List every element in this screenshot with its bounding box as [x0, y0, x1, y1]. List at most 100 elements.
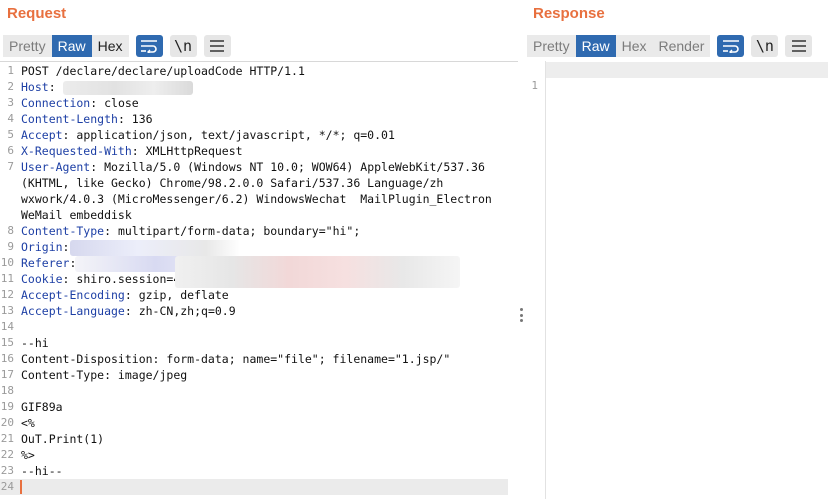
header-value: : Mozilla/5.0 (Windows NT 10.0; WOW64) A…	[90, 160, 485, 174]
response-tab-hex[interactable]: Hex	[615, 34, 653, 57]
header-name: Host	[21, 80, 49, 94]
pane-resize-handle[interactable]	[519, 308, 523, 322]
line-number: 15	[0, 336, 14, 349]
line-number: 9	[7, 240, 14, 253]
line-number: 6	[7, 144, 14, 157]
header-value: :	[62, 240, 70, 254]
line-text: Accept-Language: zh-CN,zh;q=0.9	[21, 303, 236, 319]
response-tab-pretty[interactable]: Pretty	[527, 34, 576, 57]
line-text: Content-Length: 136	[21, 111, 153, 127]
line-text: OuT.Print(1)	[21, 431, 104, 447]
header-value: OuT.Print(1)	[21, 432, 105, 446]
hamburger-menu-icon	[210, 39, 224, 52]
request-tab-raw[interactable]: Raw	[51, 34, 92, 57]
header-name: Accept-Language	[21, 304, 125, 318]
line-number: 16	[0, 352, 14, 365]
header-name: Accept-Encoding	[21, 288, 125, 302]
header-name: Accept	[21, 128, 63, 142]
response-line: 1	[524, 62, 566, 92]
response-pane: Response Pretty Raw Hex Render \n 1	[524, 0, 828, 499]
line-number: 10	[0, 256, 14, 269]
header-name: X-Requested-With	[21, 144, 132, 158]
response-editor[interactable]: 1	[524, 61, 828, 499]
header-value: --hi	[21, 336, 49, 350]
header-value: : shiro.session=4	[62, 272, 181, 286]
header-name: User-Agent	[21, 160, 91, 174]
header-name: Referer	[21, 256, 70, 270]
line-number: 3	[7, 96, 14, 109]
line-number: 11	[0, 272, 14, 285]
line-number: 7	[7, 160, 14, 173]
request-tab-pretty[interactable]: Pretty	[3, 34, 52, 57]
newline-icon: \n	[755, 36, 774, 55]
line-text: Referer:	[21, 255, 76, 271]
header-value: (KHTML, like Gecko) Chrome/98.2.0.0 Safa…	[21, 176, 444, 190]
line-number: 23	[0, 464, 14, 477]
header-value: :	[48, 80, 56, 94]
header-value: GIF89a	[21, 400, 63, 414]
header-name: Content-Type	[21, 224, 105, 238]
line-number: 2	[7, 80, 14, 93]
current-line-highlight	[546, 62, 828, 78]
request-wrap-lines-button[interactable]	[135, 34, 163, 57]
line-number: 8	[7, 224, 14, 237]
header-value: : 136	[117, 112, 153, 126]
response-newline-button[interactable]: \n	[751, 34, 779, 57]
line-number: 19	[0, 400, 14, 413]
response-toolbar: Pretty Raw Hex Render \n	[527, 34, 813, 57]
request-title: Request	[7, 5, 67, 22]
hamburger-menu-icon	[791, 39, 806, 52]
header-value: wxwork/4.0.3 (MicroMessenger/6.2) Window…	[21, 192, 492, 206]
response-wrap-lines-button[interactable]	[717, 34, 745, 57]
line-number: 1	[531, 79, 538, 92]
header-name: Cookie	[21, 272, 63, 286]
line-text: --hi	[21, 335, 49, 351]
line-number: 14	[0, 320, 14, 333]
line-text: Content-Type: multipart/form-data; bound…	[21, 223, 360, 239]
line-number: 13	[0, 304, 14, 317]
wrap-lines-icon	[722, 39, 739, 53]
response-menu-button[interactable]	[785, 34, 813, 57]
line-text: --hi--	[21, 463, 63, 479]
line-text: (KHTML, like Gecko) Chrome/98.2.0.0 Safa…	[21, 175, 443, 191]
line-text: Connection: close	[21, 95, 139, 111]
header-value: : multipart/form-data; boundary="hi";	[104, 224, 361, 238]
header-value: : XMLHttpRequest	[131, 144, 243, 158]
response-tab-render[interactable]: Render	[652, 34, 711, 57]
line-text: POST /declare/declare/uploadCode HTTP/1.…	[21, 63, 305, 79]
line-number: 12	[0, 288, 14, 301]
request-newline-button[interactable]: \n	[169, 34, 197, 57]
line-text: User-Agent: Mozilla/5.0 (Windows NT 10.0…	[21, 159, 485, 175]
line-number: 5	[7, 128, 14, 141]
line-text: Cookie: shiro.session=4	[21, 271, 180, 287]
line-number: 18	[0, 384, 14, 397]
header-value: : zh-CN,zh;q=0.9	[124, 304, 236, 318]
redacted-host	[63, 81, 193, 95]
header-value: Content-Disposition: form-data; name="fi…	[21, 352, 451, 366]
line-text: X-Requested-With: XMLHttpRequest	[21, 143, 243, 159]
redacted-cookie	[175, 256, 460, 288]
line-number: 22	[0, 448, 14, 461]
line-number: 17	[0, 368, 14, 381]
line-text: Accept-Encoding: gzip, deflate	[21, 287, 229, 303]
wrap-lines-icon	[141, 39, 157, 53]
header-value: : close	[90, 96, 139, 110]
request-tab-hex[interactable]: Hex	[91, 34, 129, 57]
header-value: : gzip, deflate	[124, 288, 229, 302]
text-caret	[20, 480, 22, 494]
header-name: Connection	[21, 96, 91, 110]
line-text: Content-Disposition: form-data; name="fi…	[21, 351, 450, 367]
header-value: POST /declare/declare/uploadCode HTTP/1.…	[21, 64, 305, 78]
line-text: %>	[21, 447, 35, 463]
header-value: WeMail embeddisk	[21, 208, 132, 222]
line-text: Origin:	[21, 239, 69, 255]
response-title: Response	[533, 5, 605, 22]
header-value: --hi--	[21, 464, 63, 478]
line-number: 24	[0, 480, 14, 493]
newline-icon: \n	[173, 36, 193, 55]
redacted-origin	[70, 240, 240, 256]
request-menu-button[interactable]	[203, 34, 231, 57]
response-tab-raw[interactable]: Raw	[575, 34, 616, 57]
request-editor[interactable]: 1 POST /declare/declare/uploadCode HTTP/1…	[0, 61, 518, 499]
header-value: : application/json, text/javascript, */*…	[62, 128, 395, 142]
